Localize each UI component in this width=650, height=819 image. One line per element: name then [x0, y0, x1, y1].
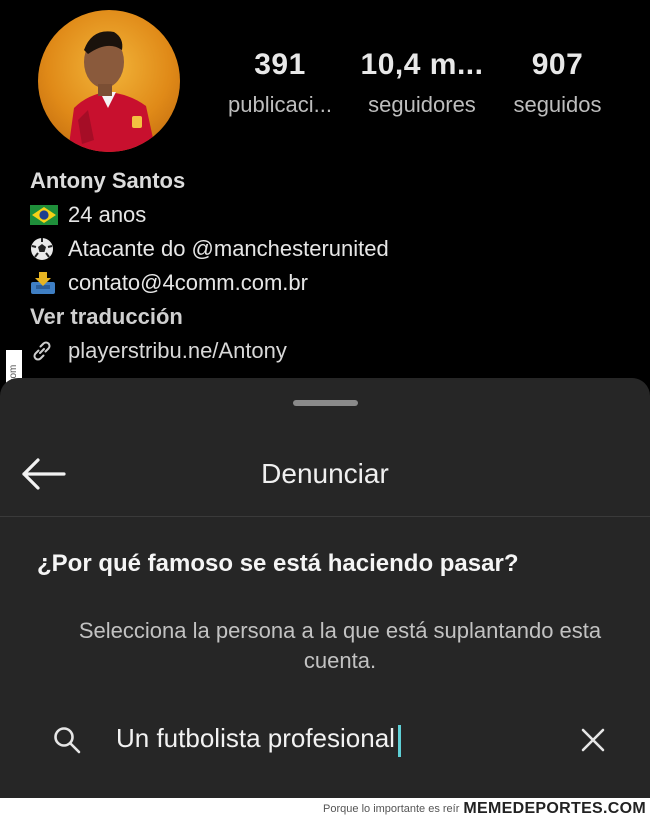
bio-text[interactable]: contato@4comm.com.br	[68, 266, 308, 300]
bio-text: 24 anos	[68, 202, 147, 227]
search-icon	[50, 723, 84, 757]
report-subtitle: Selecciona la persona a la que está supl…	[78, 618, 602, 673]
soccer-ball-icon	[30, 238, 62, 260]
link-icon	[30, 340, 62, 362]
search-input-value: Un futbolista profesional	[116, 723, 395, 754]
stat-label: seguidores	[368, 92, 476, 117]
footer-tagline: Porque lo importante es reír	[323, 802, 460, 815]
stat-label: seguidos	[513, 92, 602, 117]
stat-value: 391	[254, 48, 306, 81]
search-field[interactable]: Un futbolista profesional	[50, 718, 610, 762]
sheet-title: Denunciar	[261, 458, 389, 489]
bio-text: Atacante do @manchesterunited	[68, 236, 389, 261]
avatar[interactable]	[38, 10, 180, 152]
stat-value: 907	[531, 48, 584, 81]
sheet-drag-handle[interactable]	[293, 400, 358, 406]
stat-label: publicaci...	[228, 92, 332, 117]
see-translation-link[interactable]: Ver traducción	[30, 300, 389, 334]
followers-count[interactable]: 10,4 m... seguidores	[352, 48, 492, 118]
footer-brand: MEMEDEPORTES.COM	[463, 799, 646, 817]
website-link[interactable]: playerstribu.ne/Antony	[68, 334, 287, 368]
following-count[interactable]: 907 seguidos	[500, 48, 615, 118]
stat-value: 10,4 m...	[360, 48, 484, 81]
profile-name: Antony Santos	[30, 168, 186, 193]
brazil-flag-icon	[30, 204, 62, 226]
search-input[interactable]: Un futbolista profesional	[116, 723, 401, 757]
avatar-photo	[68, 31, 156, 152]
bio-line-email: contato@4comm.com.br	[30, 266, 389, 300]
close-icon[interactable]	[576, 723, 610, 757]
bio-line-position: Atacante do @manchesterunited	[30, 232, 389, 266]
report-sheet: Denunciar ¿Por qué famoso se está hacien…	[0, 378, 650, 798]
bio-line-age: 24 anos	[30, 198, 389, 232]
posts-count[interactable]: 391 publicaci...	[216, 48, 344, 118]
footer-watermark: Porque lo importante es reír MEMEDEPORTE…	[0, 798, 650, 819]
text-cursor	[397, 724, 401, 757]
inbox-tray-icon	[30, 272, 62, 294]
profile-bio: Antony Santos 24 anos Atacante do @manch…	[30, 164, 389, 368]
bio-line-link[interactable]: playerstribu.ne/Antony	[30, 334, 389, 368]
profile-header: 391 publicaci... 10,4 m... seguidores 90…	[0, 0, 650, 380]
header-divider	[0, 516, 650, 517]
report-question: ¿Por qué famoso se está haciendo pasar?	[37, 550, 519, 577]
